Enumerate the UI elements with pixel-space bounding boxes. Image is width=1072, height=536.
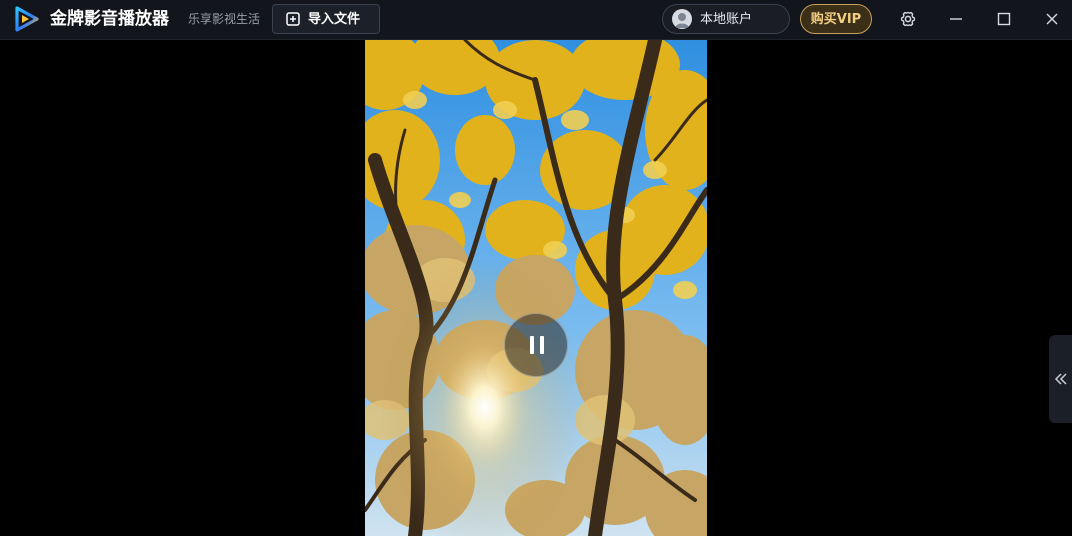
- video-frame[interactable]: [365, 40, 707, 536]
- app-logo-icon: [15, 6, 39, 32]
- video-area[interactable]: [0, 40, 1072, 536]
- add-file-icon: [286, 12, 300, 26]
- local-account-button[interactable]: 本地账户: [662, 4, 790, 34]
- video-frame-image: [365, 40, 707, 536]
- double-chevron-left-icon: [1054, 373, 1067, 385]
- settings-button[interactable]: [897, 8, 919, 30]
- side-panel-toggle[interactable]: [1049, 335, 1072, 423]
- maximize-button[interactable]: [993, 8, 1015, 30]
- close-button[interactable]: [1041, 8, 1063, 30]
- title-bar: 金牌影音播放器 乐享影视生活 导入文件 本地账户 购买VIP: [0, 0, 1072, 40]
- app-slogan: 乐享影视生活: [188, 12, 261, 26]
- import-file-label: 导入文件: [308, 12, 361, 27]
- minimize-icon: [950, 18, 962, 20]
- buy-vip-button[interactable]: 购买VIP: [800, 4, 872, 34]
- maximize-icon: [997, 12, 1011, 26]
- app-title: 金牌影音播放器: [50, 9, 169, 29]
- close-icon: [1046, 13, 1058, 25]
- minimize-button[interactable]: [945, 8, 967, 30]
- pause-button[interactable]: [504, 313, 568, 377]
- import-file-button[interactable]: 导入文件: [272, 4, 380, 34]
- local-account-label: 本地账户: [700, 12, 753, 27]
- settings-icon: [900, 11, 916, 27]
- buy-vip-label: 购买VIP: [810, 12, 862, 27]
- avatar-icon: [672, 9, 692, 29]
